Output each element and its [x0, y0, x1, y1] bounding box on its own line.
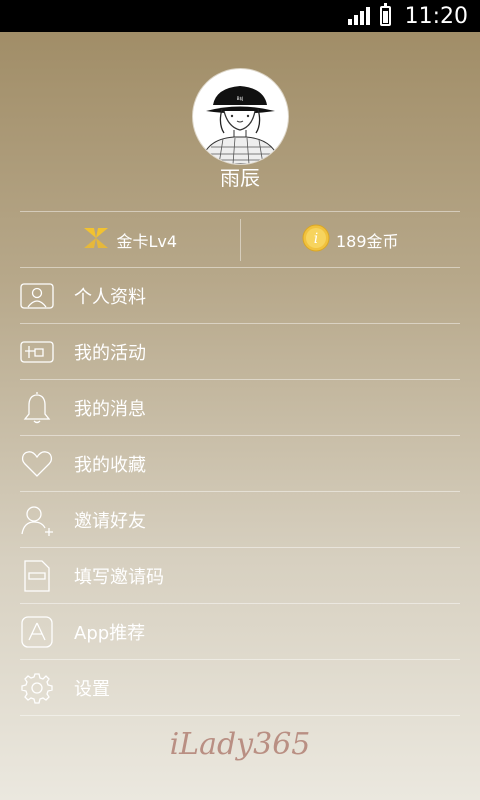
brand-logo: iLady365	[169, 727, 311, 762]
membership-label: 金卡Lv4	[116, 231, 178, 251]
activity-ticket-icon	[20, 336, 54, 368]
gold-card-icon	[82, 226, 110, 254]
menu-item-activities[interactable]: 我的活动	[20, 324, 460, 380]
menu-label: 邀请好友	[74, 510, 146, 532]
gear-icon	[20, 672, 54, 704]
menu-item-settings[interactable]: 设置	[20, 660, 460, 716]
menu-label: 我的活动	[74, 342, 146, 364]
menu-item-favorites[interactable]: 我的收藏	[20, 436, 460, 492]
status-time: 11:20	[404, 3, 468, 29]
username: 雨辰	[220, 166, 260, 190]
coin-label: 189金币	[335, 231, 399, 251]
menu-label: 设置	[74, 678, 110, 700]
app-store-icon	[20, 615, 54, 648]
menu-label: App推荐	[74, 622, 146, 644]
battery-icon	[379, 3, 391, 26]
menu-label: 我的收藏	[74, 454, 146, 476]
heart-icon	[20, 448, 54, 480]
svg-text:i: i	[314, 231, 318, 247]
avatar[interactable]: B$J	[193, 69, 288, 164]
signal-icon	[347, 7, 370, 25]
bell-icon	[20, 391, 54, 424]
avatar-illustration: B$J	[196, 72, 285, 164]
menu-item-messages[interactable]: 我的消息	[20, 380, 460, 436]
coin-icon: i	[302, 224, 330, 256]
status-bar: 11:20	[0, 0, 480, 32]
menu-list: 个人资料 我的活动 我的消息 我的收藏 邀请好友 填写邀请码 App推荐 设置	[20, 268, 460, 716]
stats-row: 金卡Lv4 i 189金币	[20, 212, 460, 267]
menu-item-app-recommend[interactable]: App推荐	[20, 604, 460, 660]
menu-item-invite-code[interactable]: 填写邀请码	[20, 548, 460, 604]
menu-label: 个人资料	[74, 286, 146, 308]
document-icon	[20, 559, 54, 592]
menu-item-profile[interactable]: 个人资料	[20, 268, 460, 324]
menu-item-invite-friends[interactable]: 邀请好友	[20, 492, 460, 548]
profile-card-icon	[20, 280, 54, 312]
membership-level[interactable]: 金卡Lv4	[20, 212, 240, 267]
coin-balance[interactable]: i 189金币	[241, 212, 461, 267]
menu-label: 我的消息	[74, 398, 146, 420]
add-user-icon	[20, 504, 54, 536]
svg-text:B$J: B$J	[237, 96, 243, 101]
menu-label: 填写邀请码	[74, 566, 164, 588]
